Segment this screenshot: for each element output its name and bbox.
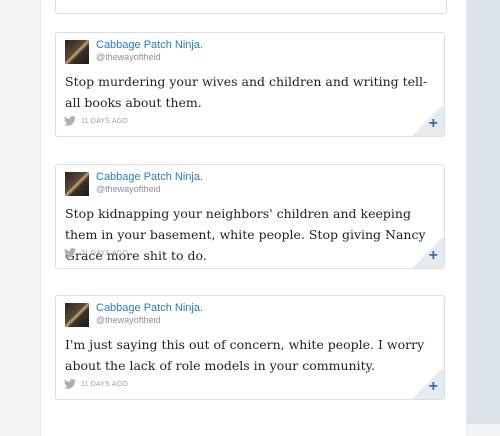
- author-name[interactable]: Cabbage Patch Ninja.: [96, 39, 203, 51]
- expand-button[interactable]: +: [410, 238, 444, 268]
- avatar[interactable]: [65, 40, 89, 64]
- author-handle[interactable]: @thewayoftheid: [96, 184, 161, 194]
- avatar[interactable]: [65, 172, 89, 196]
- author-handle[interactable]: @thewayoftheid: [96, 52, 161, 62]
- plus-icon: +: [428, 115, 438, 132]
- tweet-card: Cabbage Patch Ninja. @thewayoftheid Stop…: [55, 164, 445, 269]
- page-side-strip: [466, 0, 500, 424]
- tweet-text: I'm just saying this out of concern, whi…: [65, 337, 425, 373]
- avatar[interactable]: [65, 303, 89, 327]
- plus-icon: +: [428, 378, 438, 395]
- twitter-bird-icon: [64, 379, 76, 389]
- timestamp[interactable]: 11 DAYS AGO: [81, 118, 128, 125]
- tweet-card: Cabbage Patch Ninja. @thewayoftheid I'm …: [55, 295, 445, 400]
- expand-button[interactable]: +: [410, 106, 444, 136]
- author-name[interactable]: Cabbage Patch Ninja.: [96, 171, 203, 183]
- plus-icon: +: [428, 247, 438, 264]
- author-name[interactable]: Cabbage Patch Ninja.: [96, 302, 203, 314]
- tweet-text: Stop murdering your wives and children a…: [65, 74, 428, 110]
- tweet-meta: 11 DAYS AGO: [64, 248, 128, 258]
- previous-tweet-card: [55, 0, 447, 14]
- expand-button[interactable]: +: [410, 369, 444, 399]
- tweet-meta: 11 DAYS AGO: [64, 116, 128, 126]
- timestamp[interactable]: 11 DAYS AGO: [81, 381, 128, 388]
- timestamp[interactable]: 11 DAYS AGO: [81, 250, 128, 257]
- tweet-meta: 11 DAYS AGO: [64, 379, 128, 389]
- twitter-bird-icon: [64, 116, 76, 126]
- twitter-bird-icon: [64, 248, 76, 258]
- author-handle[interactable]: @thewayoftheid: [96, 315, 161, 325]
- tweet-card: Cabbage Patch Ninja. @thewayoftheid Stop…: [55, 32, 445, 137]
